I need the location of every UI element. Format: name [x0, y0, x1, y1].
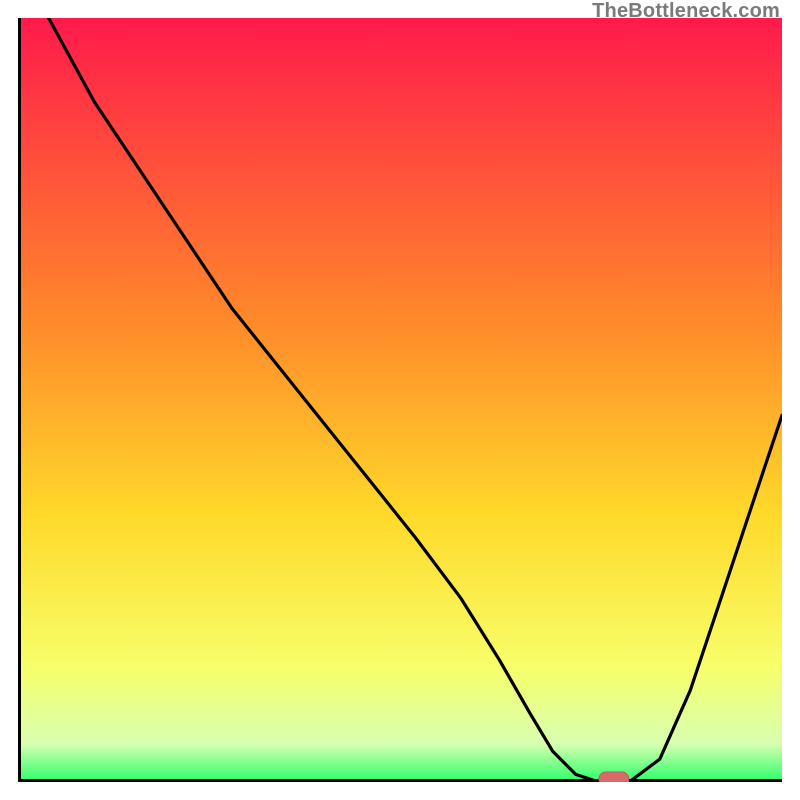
heat-background	[18, 18, 782, 782]
watermark-label: TheBottleneck.com	[592, 0, 780, 23]
plot-area	[18, 18, 782, 782]
chart-svg	[18, 18, 782, 782]
chart-container: { "watermark": "TheBottleneck.com", "col…	[0, 0, 800, 800]
optimum-marker	[599, 772, 629, 782]
